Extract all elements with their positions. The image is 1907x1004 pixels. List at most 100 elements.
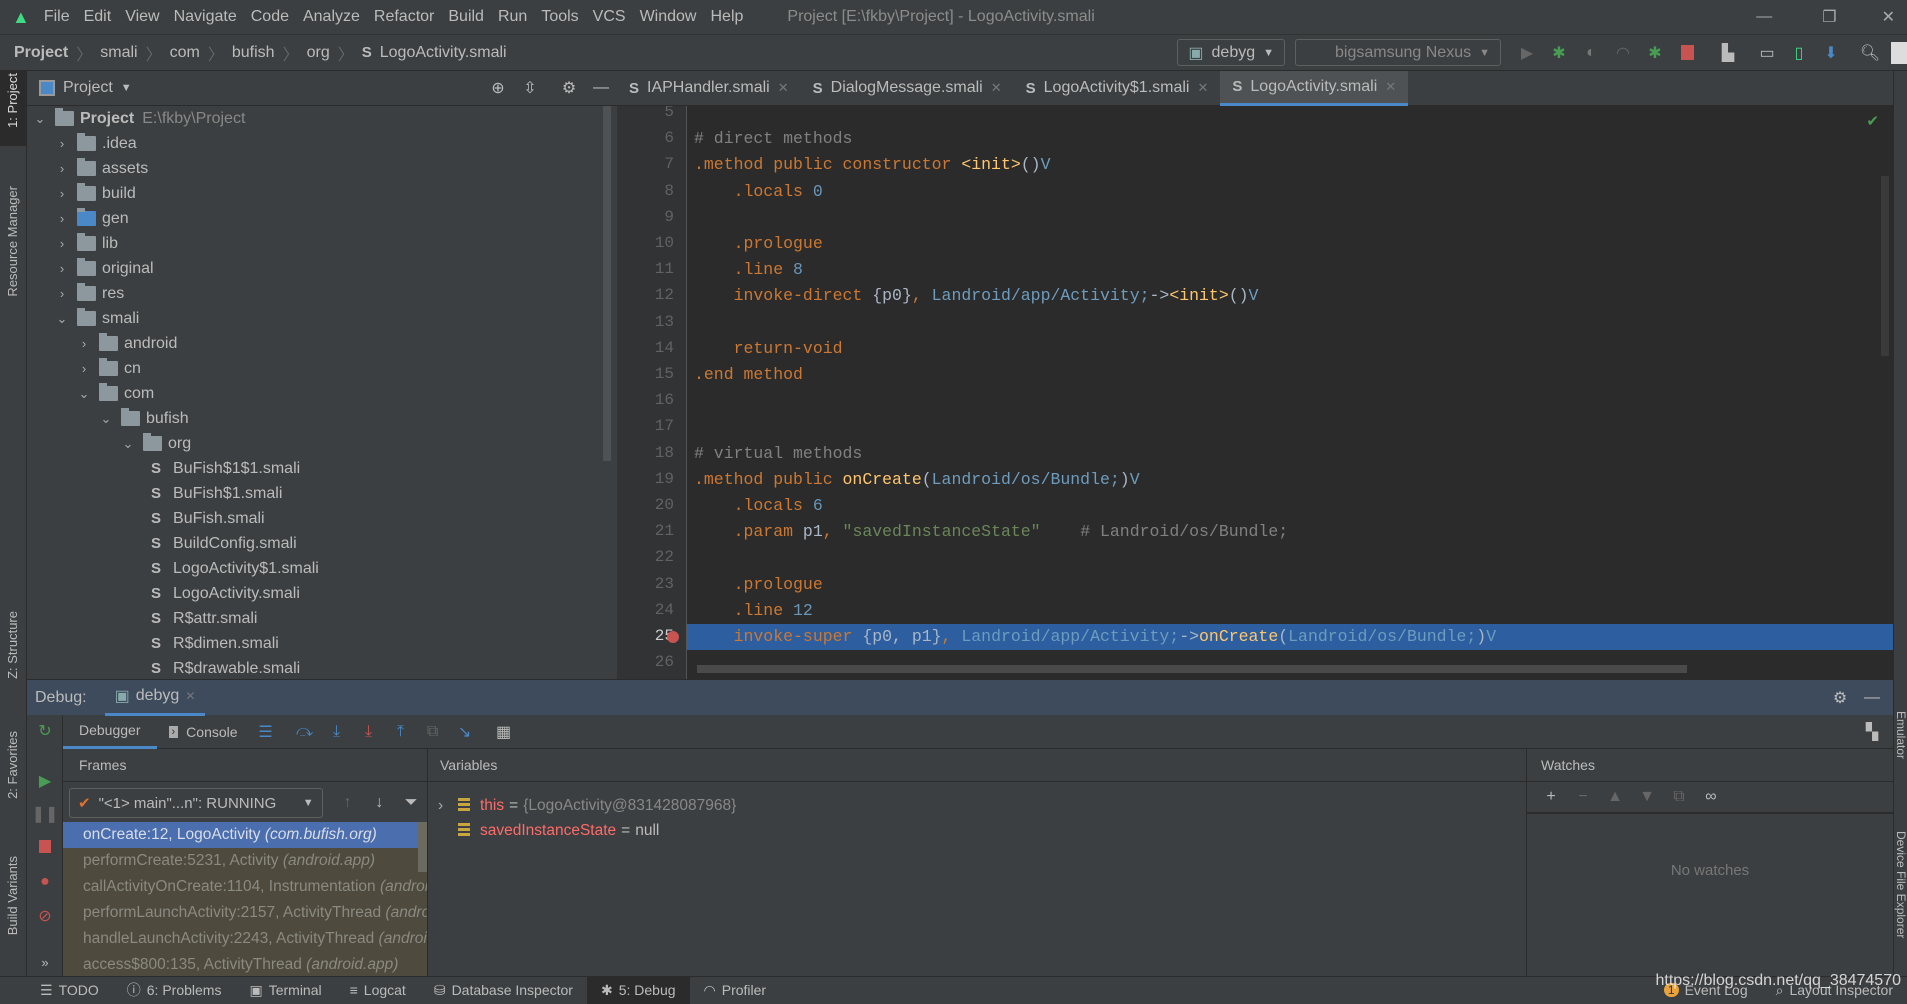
code-line[interactable]: .locals 6 xyxy=(694,493,1893,519)
database-inspector-tool-button[interactable]: ⛁ Database Inspector xyxy=(420,977,587,1004)
tree-item[interactable]: S LogoActivity.smali xyxy=(151,581,300,606)
profiler-tool-button[interactable]: ◠ Profiler xyxy=(690,977,781,1004)
step-into-icon[interactable]: ⤓ xyxy=(326,721,348,743)
code-line[interactable] xyxy=(694,545,1893,571)
chevron-right-icon[interactable]: › xyxy=(55,211,69,226)
breadcrumb-org[interactable]: org xyxy=(307,44,330,62)
gear-icon[interactable]: ⚙ xyxy=(1829,687,1851,709)
tree-scrollbar[interactable] xyxy=(603,106,611,461)
menu-window[interactable]: Window xyxy=(640,8,697,26)
tree-item[interactable]: ⌄ smali xyxy=(55,306,139,331)
force-step-into-icon[interactable]: ⤓ xyxy=(358,721,380,743)
resume-icon[interactable]: ▶ xyxy=(35,771,55,791)
layout-settings-icon[interactable]: ▚ xyxy=(1861,721,1883,743)
code-line[interactable] xyxy=(694,414,1893,440)
rerun-icon[interactable]: ↻ xyxy=(35,721,55,741)
project-view-select[interactable]: Project xyxy=(63,79,113,97)
frame-item[interactable]: performCreate:5231, Activity (android.ap… xyxy=(63,848,427,874)
menu-run[interactable]: Run xyxy=(498,8,527,26)
project-tool-button[interactable]: 1: Project xyxy=(0,71,27,146)
tree-item[interactable]: S BuFish$1$1.smali xyxy=(151,456,300,481)
tree-item[interactable]: › assets xyxy=(55,156,148,181)
tree-item[interactable]: ⌄ com xyxy=(77,381,154,406)
chevron-down-icon[interactable]: ⌄ xyxy=(55,311,69,327)
problems-tool-button[interactable]: ⓘ 6: Problems xyxy=(113,977,236,1004)
debug-tool-button[interactable]: ✱ 5: Debug xyxy=(586,976,690,1004)
structure-tool-button[interactable]: Z: Structure xyxy=(5,611,20,679)
gear-icon[interactable]: ⚙ xyxy=(558,77,580,99)
close-button[interactable]: ✕ xyxy=(1882,7,1895,27)
tree-item[interactable]: › original xyxy=(55,256,154,281)
project-structure-icon[interactable]: ▙ xyxy=(1717,42,1739,64)
tree-item[interactable]: › android xyxy=(77,331,177,356)
chevron-right-icon[interactable]: › xyxy=(77,361,91,376)
close-tab-icon[interactable]: ✕ xyxy=(185,689,195,703)
tree-item[interactable]: S R$dimen.smali xyxy=(151,631,279,656)
code-line[interactable]: .end method xyxy=(694,362,1893,388)
chevron-right-icon[interactable]: › xyxy=(438,797,458,815)
show-watches-in-variables-icon[interactable]: ∞ xyxy=(1700,786,1722,808)
frame-item[interactable]: access$800:135, ActivityThread (android.… xyxy=(63,952,427,976)
sync-icon[interactable]: ⬇ xyxy=(1820,42,1842,64)
breadcrumb-com[interactable]: com xyxy=(170,44,200,62)
code-line[interactable] xyxy=(694,388,1893,414)
chevron-right-icon[interactable]: › xyxy=(55,136,69,151)
restore-button[interactable]: ❐ xyxy=(1822,7,1836,27)
hide-panel-icon[interactable]: — xyxy=(1861,687,1883,709)
move-up-icon[interactable]: ▲ xyxy=(1604,786,1626,808)
tree-item[interactable]: S R$drawable.smali xyxy=(151,656,300,679)
chevron-right-icon[interactable]: › xyxy=(55,186,69,201)
thread-select[interactable]: ✔ "<1> main"...n": RUNNING ▼ xyxy=(69,788,323,818)
code-line[interactable]: .line 12 xyxy=(694,598,1893,624)
tree-item[interactable]: S BuFish$1.smali xyxy=(151,481,282,506)
tree-item[interactable]: › gen xyxy=(55,206,129,231)
code-line[interactable]: .line 8 xyxy=(694,257,1893,283)
run-icon[interactable]: ▶ xyxy=(1516,42,1538,64)
duplicate-watch-icon[interactable]: ⧉ xyxy=(1668,786,1690,808)
logcat-tool-button[interactable]: ≡ Logcat xyxy=(336,977,420,1004)
chevron-down-icon[interactable]: ⌄ xyxy=(77,386,91,402)
tree-item[interactable]: S LogoActivity$1.smali xyxy=(151,556,319,581)
hide-panel-icon[interactable]: — xyxy=(590,77,612,99)
avatar[interactable] xyxy=(1891,41,1907,64)
view-breakpoints-icon[interactable]: ● xyxy=(35,872,55,892)
chevron-right-icon[interactable]: › xyxy=(55,236,69,251)
chevron-down-icon[interactable]: ⌄ xyxy=(33,111,47,127)
chevron-down-icon[interactable]: ⌄ xyxy=(99,411,113,427)
tree-root[interactable]: ⌄ Project E:\fkby\Project xyxy=(33,106,245,131)
frame-item[interactable]: performLaunchActivity:2157, ActivityThre… xyxy=(63,900,427,926)
debug-icon[interactable]: ✱ xyxy=(1548,42,1570,64)
code-line[interactable]: .prologue xyxy=(694,572,1893,598)
tree-item[interactable]: S R$attr.smali xyxy=(151,606,257,631)
tab-iaphandler[interactable]: S IAPHandler.smali ✕ xyxy=(617,71,801,106)
code-line[interactable]: .param p1, "savedInstanceState" # Landro… xyxy=(694,519,1893,545)
code-line[interactable]: invoke-direct {p0}, Landroid/app/Activit… xyxy=(694,283,1893,309)
tab-debugger[interactable]: Debugger xyxy=(63,715,157,749)
menu-navigate[interactable]: Navigate xyxy=(174,8,237,26)
variable-row[interactable]: › this = {LogoActivity@831428087968} xyxy=(438,793,736,818)
add-watch-icon[interactable]: + xyxy=(1540,786,1562,808)
chevron-right-icon[interactable]: › xyxy=(55,161,69,176)
sdk-manager-icon[interactable]: ▯ xyxy=(1788,42,1810,64)
menu-file[interactable]: File xyxy=(44,8,70,26)
code-line[interactable]: return-void xyxy=(694,336,1893,362)
evaluate-expression-icon[interactable]: ▦ xyxy=(493,721,515,743)
frame-item[interactable]: callActivityOnCreate:1104, Instrumentati… xyxy=(63,874,427,900)
frame-item[interactable]: onCreate:12, LogoActivity (com.bufish.or… xyxy=(63,822,418,848)
tree-item[interactable]: › lib xyxy=(55,231,118,256)
menu-analyze[interactable]: Analyze xyxy=(303,8,360,26)
menu-tools[interactable]: Tools xyxy=(541,8,578,26)
editor-horizontal-scrollbar[interactable] xyxy=(697,665,1687,673)
chevron-down-icon[interactable]: ⌄ xyxy=(121,436,135,452)
breadcrumb-smali[interactable]: smali xyxy=(100,44,137,62)
more-icon[interactable]: » xyxy=(35,952,55,972)
code-line[interactable] xyxy=(694,205,1893,231)
move-down-icon[interactable]: ▼ xyxy=(1636,786,1658,808)
search-icon[interactable]: 🔍︎ xyxy=(1859,42,1881,64)
locate-icon[interactable]: ⊕ xyxy=(487,77,509,99)
run-to-cursor-icon[interactable]: ↘ xyxy=(454,721,476,743)
breadcrumb-file[interactable]: LogoActivity.smali xyxy=(380,44,507,62)
code-line[interactable]: .method public constructor <init>()V xyxy=(694,152,1893,178)
code-line[interactable] xyxy=(694,310,1893,336)
device-select[interactable]: bigsamsung Nexus ▼ xyxy=(1295,39,1501,66)
